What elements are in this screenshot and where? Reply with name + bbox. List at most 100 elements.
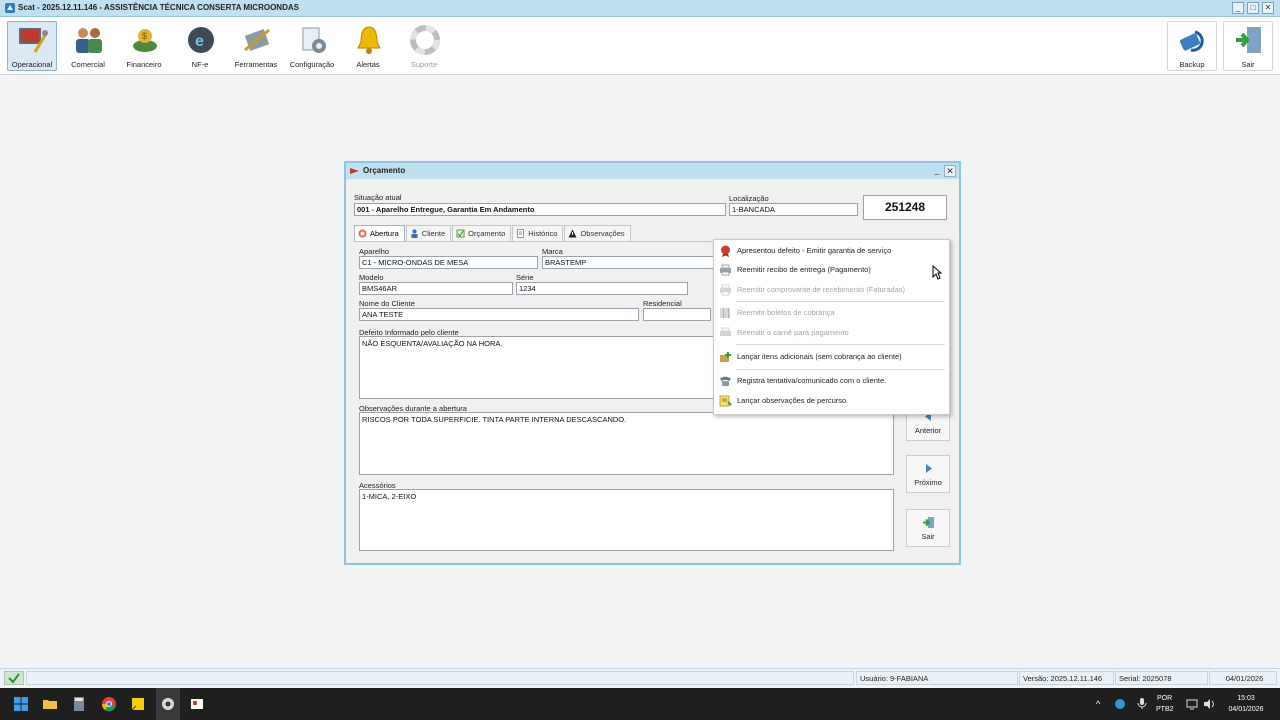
printer-icon <box>720 284 731 296</box>
menu-item-emitir-garantia[interactable]: Apresentou defeito - Emitir garantia de … <box>714 242 949 260</box>
aparelho-label: Aparelho <box>359 247 390 256</box>
toolbar-configuracao-button[interactable]: Configuração <box>287 21 337 71</box>
operational-icon <box>19 28 49 53</box>
proximo-button[interactable]: Próximo <box>906 455 950 493</box>
main-toolbar: Operacional Comercial $ Financeiro e NF-… <box>0 17 1280 75</box>
toolbar-nfe-button[interactable]: e NF-e <box>175 21 225 71</box>
modelo-field[interactable]: BMS46AR <box>359 282 513 295</box>
dialog-close-button[interactable]: ✕ <box>944 165 956 177</box>
toolbar-suporte-button[interactable]: Suporte <box>399 21 449 71</box>
situacao-label: Situação atual <box>354 193 402 202</box>
residencial-label: Residencial <box>643 299 682 308</box>
tab-orcamento[interactable]: Orçamento <box>452 225 512 241</box>
chrome-icon[interactable] <box>101 696 117 712</box>
next-icon <box>926 464 932 473</box>
commercial-icon <box>76 28 102 53</box>
serie-label: Série <box>516 273 534 282</box>
app-window-icon[interactable] <box>189 696 205 712</box>
tab-observacoes[interactable]: Observações <box>564 225 631 241</box>
backup-icon <box>1179 30 1204 52</box>
toolbar-alertas-button[interactable]: Alertas <box>343 21 393 71</box>
menu-item-registra-tentativa[interactable]: Registra tentativa/comunicado com o clie… <box>714 372 949 390</box>
toolbar-financeiro-button[interactable]: $ Financeiro <box>119 21 169 71</box>
mouse-cursor-icon <box>932 265 942 280</box>
app-titlebar: Scat - 2025.12.11.146 - ASSISTÊNCIA TÉCN… <box>0 0 1280 17</box>
history-icon <box>517 229 525 238</box>
display-tray-icon[interactable] <box>1186 698 1198 710</box>
dialog-title: Orçamento <box>363 166 406 175</box>
language-top[interactable]: POR <box>1157 695 1172 702</box>
acessorios-textarea[interactable]: 1-MICA, 2-EIXO <box>359 489 894 551</box>
file-explorer-icon[interactable] <box>42 696 58 712</box>
dialog-titlebar: Orçamento _ ✕ <box>346 163 959 179</box>
add-items-icon <box>720 352 731 362</box>
network-tray-icon[interactable] <box>1114 698 1126 710</box>
close-button[interactable]: ✕ <box>1262 2 1274 14</box>
language-bottom[interactable]: PTB2 <box>1156 706 1174 713</box>
toolbar-ferramentas-button[interactable]: Ferramentas <box>231 21 281 71</box>
toolbar-sair-button[interactable]: Sair <box>1223 21 1273 71</box>
microphone-tray-icon[interactable] <box>1137 697 1147 710</box>
status-data: 04/01/2026 <box>1209 671 1277 685</box>
taskbar-date[interactable]: 04/01/2026 <box>1225 706 1267 713</box>
calculator-icon[interactable] <box>71 696 87 712</box>
svg-text:$: $ <box>142 31 147 41</box>
dialog-logo-icon <box>350 168 359 174</box>
lifebuoy-icon <box>410 25 440 55</box>
status-versao: Versão: 2025.12.11.146 <box>1019 671 1114 685</box>
obs-abertura-textarea[interactable]: RISCOS POR TODA SUPERFICIE. TINTA PARTE … <box>359 412 894 475</box>
menu-item-reemitir-carne[interactable]: Reemitir o carnê para pagamento <box>714 324 949 342</box>
phone-icon <box>720 376 731 386</box>
tab-abertura[interactable]: Abertura <box>354 225 405 241</box>
tray-expand-icon[interactable]: ^ <box>1096 699 1100 709</box>
taskbar-time[interactable]: 15:03 <box>1229 695 1263 702</box>
bell-icon <box>357 26 381 54</box>
nome-cliente-label: Nome do Cliente <box>359 299 415 308</box>
printer-icon <box>720 264 731 276</box>
budget-icon <box>456 229 465 238</box>
status-serial: Serial: 2025078 <box>1115 671 1208 685</box>
dialog-sair-button[interactable]: Sair <box>906 509 950 547</box>
scat-app-icon[interactable] <box>160 696 176 712</box>
maximize-button[interactable]: □ <box>1247 2 1259 14</box>
menu-item-lancar-observacoes[interactable]: Lançar observações de percurso <box>714 392 949 410</box>
tab-cliente[interactable]: Cliente <box>405 225 452 241</box>
app-title: Scat - 2025.12.11.146 - ASSISTÊNCIA TÉCN… <box>18 3 299 12</box>
opening-icon <box>358 229 367 238</box>
tools-icon <box>244 28 270 52</box>
toolbar-comercial-button[interactable]: Comercial <box>63 21 113 71</box>
nome-cliente-field[interactable]: ANA TESTE <box>359 308 639 321</box>
marca-field[interactable]: BRASTEMP <box>542 256 717 269</box>
menu-item-reemitir-comprovante[interactable]: Reemitir comprovante de recebimento (Fat… <box>714 281 949 299</box>
dialog-tabs: Abertura Cliente Orçamento Histórico Obs… <box>354 225 632 241</box>
localizacao-field[interactable]: 1-BANCADA <box>729 203 858 216</box>
residencial-field[interactable] <box>643 308 711 321</box>
serie-field[interactable]: 1234 <box>516 282 688 295</box>
os-number: 251248 <box>863 195 947 220</box>
toolbar-operacional-button[interactable]: Operacional <box>7 21 57 71</box>
tab-historico[interactable]: Histórico <box>512 225 564 241</box>
printer-icon <box>720 327 731 336</box>
windows-taskbar: ^ POR PTB2 15:03 04/01/2026 <box>0 688 1280 720</box>
menu-item-reemitir-boletos[interactable]: Reemitir boletos de cobrança <box>714 304 949 322</box>
status-indicator-icon <box>4 671 24 685</box>
dialog-minimize-button[interactable]: _ <box>932 166 942 176</box>
sticky-notes-icon[interactable] <box>130 696 146 712</box>
windows-start-icon[interactable] <box>13 696 29 712</box>
situacao-field[interactable]: 001 - Aparelho Entregue, Garantia Em And… <box>354 203 726 216</box>
minimize-button[interactable]: _ <box>1232 2 1244 14</box>
app-logo-icon <box>5 3 15 13</box>
financial-icon: $ <box>133 29 157 52</box>
status-empty-cell <box>26 671 854 685</box>
svg-text:e: e <box>195 33 204 50</box>
notes-icon <box>719 395 732 407</box>
volume-tray-icon[interactable] <box>1203 698 1215 710</box>
nfe-icon: e <box>188 27 214 53</box>
menu-item-lancar-itens[interactable]: Lançar itens adicionais (sem cobrança ao… <box>714 348 949 366</box>
barcode-icon <box>720 308 730 318</box>
toolbar-backup-button[interactable]: Backup <box>1167 21 1217 71</box>
aparelho-field[interactable]: C1 - MICRO-ONDAS DE MESA <box>359 256 538 269</box>
menu-separator <box>736 301 945 302</box>
window-controls: _ □ ✕ <box>1232 2 1274 14</box>
menu-item-reemitir-recibo[interactable]: Reemitir recibo de entrega (Pagamento) <box>714 261 949 279</box>
